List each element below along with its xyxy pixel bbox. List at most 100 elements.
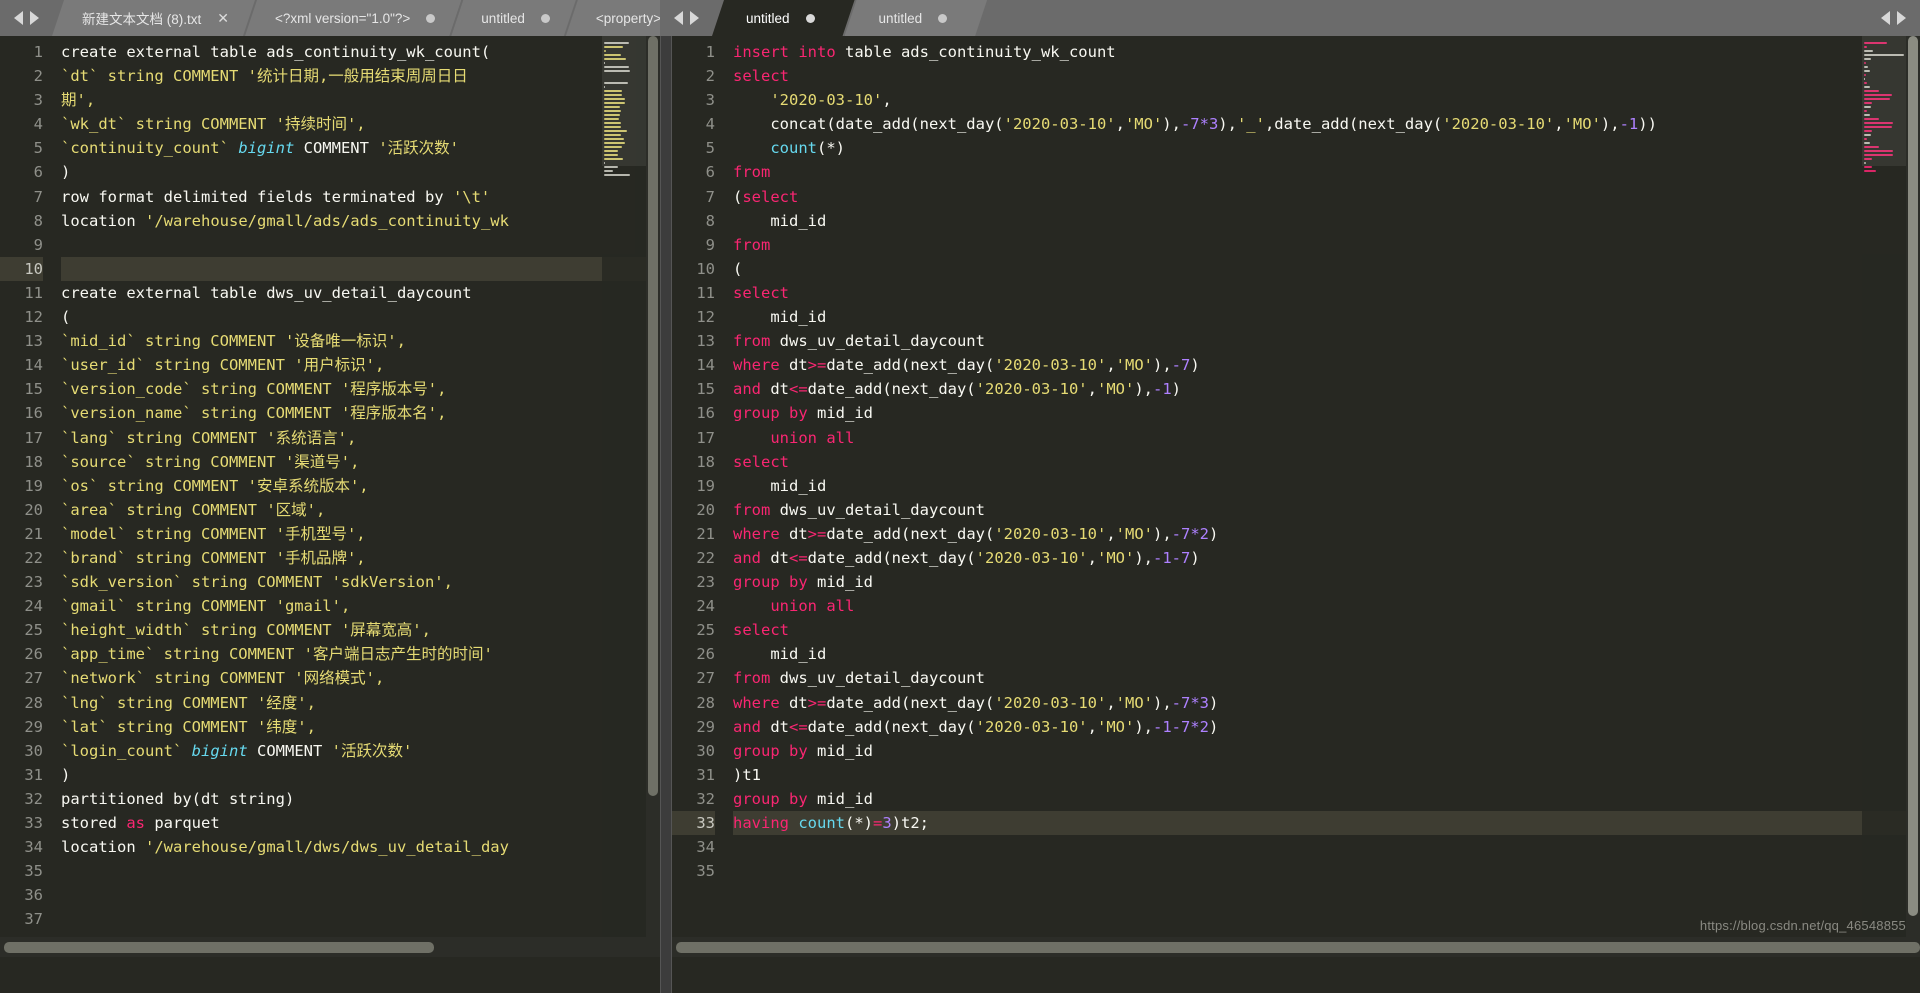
code-line[interactable]: group by mid_id (733, 570, 1920, 594)
code-line[interactable]: `login_count` bigint COMMENT '活跃次数' (61, 739, 660, 763)
code-line[interactable]: create external table dws_uv_detail_dayc… (61, 281, 660, 305)
triangle-left-icon[interactable] (14, 11, 23, 25)
code-line[interactable] (61, 907, 660, 931)
code-line[interactable]: 期', (61, 88, 660, 112)
minimap-viewport-slider[interactable] (602, 36, 646, 166)
code-line[interactable] (61, 233, 660, 257)
code-line[interactable]: `os` string COMMENT '安卓系统版本', (61, 474, 660, 498)
code-line[interactable]: partitioned by(dt string) (61, 787, 660, 811)
code-line[interactable]: `continuity_count` bigint COMMENT '活跃次数' (61, 136, 660, 160)
tab-new-text-doc[interactable]: 新建文本文档 (8).txt ✕ (52, 0, 255, 36)
code-line[interactable]: select (733, 281, 1920, 305)
right-horizontal-scrollbar[interactable] (672, 937, 1920, 957)
code-line[interactable]: '2020-03-10', (733, 88, 1920, 112)
code-line[interactable]: `lat` string COMMENT '纬度', (61, 715, 660, 739)
left-horizontal-scrollbar[interactable] (0, 937, 660, 957)
triangle-left-icon[interactable] (674, 11, 683, 25)
right-code-area[interactable]: 1 2 3 4 5 6 7 8 9 10 11 12 13 14 15 16 17 18 19 20 21 22 23 24 2… (672, 36, 1920, 957)
code-line[interactable]: `version_name` string COMMENT '程序版本名', (61, 401, 660, 425)
left-editor-body[interactable]: 1 2 3 4 5 6 7 8 9 10 11 12 13 14 15 16 17 18 19 20 21 22 23 24 2… (0, 36, 660, 957)
code-line[interactable]: `lang` string COMMENT '系统语言', (61, 426, 660, 450)
code-line[interactable]: from dws_uv_detail_daycount (733, 329, 1920, 353)
code-line[interactable]: union all (733, 426, 1920, 450)
left-editor-pane[interactable]: 1 2 3 4 5 6 7 8 9 10 11 12 13 14 15 16 17 18 19 20 21 22 23 24 2… (0, 36, 660, 993)
left-scroll-thumb[interactable] (648, 36, 658, 796)
code-line[interactable]: `source` string COMMENT '渠道号', (61, 450, 660, 474)
code-line[interactable]: `lng` string COMMENT '经度', (61, 691, 660, 715)
tab-untitled-active[interactable]: untitled (712, 0, 855, 36)
code-line[interactable]: `brand` string COMMENT '手机品牌', (61, 546, 660, 570)
right-editor-pane[interactable]: 1 2 3 4 5 6 7 8 9 10 11 12 13 14 15 16 17 18 19 20 21 22 23 24 2… (672, 36, 1920, 993)
code-line[interactable]: from dws_uv_detail_daycount (733, 666, 1920, 690)
code-line[interactable]: `model` string COMMENT '手机型号', (61, 522, 660, 546)
code-line[interactable]: `height_width` string COMMENT '屏幕宽高', (61, 618, 660, 642)
code-line[interactable]: and dt<=date_add(next_day('2020-03-10','… (733, 715, 1920, 739)
pane-splitter[interactable] (660, 36, 672, 993)
triangle-right-icon[interactable] (30, 11, 39, 25)
code-line[interactable]: `dt` string COMMENT '统计日期,一般用结束周周日日 (61, 64, 660, 88)
code-line[interactable] (733, 835, 1920, 859)
code-line[interactable]: (select (733, 185, 1920, 209)
code-line[interactable]: insert into table ads_continuity_wk_coun… (733, 40, 1920, 64)
tab-property[interactable]: <property> (566, 0, 660, 36)
left-code-area[interactable]: 1 2 3 4 5 6 7 8 9 10 11 12 13 14 15 16 17 18 19 20 21 22 23 24 2… (0, 36, 660, 957)
code-line[interactable]: select (733, 618, 1920, 642)
code-line[interactable]: where dt>=date_add(next_day('2020-03-10'… (733, 522, 1920, 546)
code-line[interactable]: `mid_id` string COMMENT '设备唯一标识', (61, 329, 660, 353)
code-line[interactable] (61, 256, 660, 281)
code-line[interactable]: )t1 (733, 763, 1920, 787)
code-line[interactable]: and dt<=date_add(next_day('2020-03-10','… (733, 546, 1920, 570)
code-line[interactable]: ) (61, 160, 660, 184)
code-line[interactable]: from (733, 160, 1920, 184)
code-line[interactable]: from (733, 233, 1920, 257)
code-line[interactable] (61, 883, 660, 907)
code-line[interactable]: mid_id (733, 642, 1920, 666)
code-line[interactable]: group by mid_id (733, 739, 1920, 763)
code-line[interactable]: `area` string COMMENT '区域', (61, 498, 660, 522)
code-line[interactable]: `version_code` string COMMENT '程序版本号', (61, 377, 660, 401)
tab-xml-version[interactable]: <?xml version="1.0"?> (245, 0, 461, 36)
code-line[interactable]: having count(*)=3)t2; (733, 811, 1920, 836)
code-line[interactable]: `gmail` string COMMENT 'gmail', (61, 594, 660, 618)
code-line[interactable]: ( (61, 305, 660, 329)
code-line[interactable]: `app_time` string COMMENT '客户端日志产生时的时间' (61, 642, 660, 666)
code-line[interactable]: location '/warehouse/gmall/ads/ads_conti… (61, 209, 660, 233)
left-vertical-scrollbar[interactable] (646, 36, 660, 957)
code-line[interactable]: select (733, 64, 1920, 88)
code-line[interactable]: mid_id (733, 305, 1920, 329)
code-line[interactable]: ) (61, 763, 660, 787)
close-icon[interactable]: ✕ (217, 11, 229, 25)
code-line[interactable]: mid_id (733, 209, 1920, 233)
right-hscroll-thumb[interactable] (676, 941, 1920, 953)
right-code-lines[interactable]: insert into table ads_continuity_wk_coun… (726, 40, 1920, 957)
triangle-left-icon[interactable] (1881, 11, 1890, 25)
code-line[interactable]: select (733, 450, 1920, 474)
minimap-viewport-slider[interactable] (1862, 36, 1906, 166)
code-line[interactable]: `sdk_version` string COMMENT 'sdkVersion… (61, 570, 660, 594)
left-tab-nav[interactable] (0, 0, 52, 36)
left-code-lines[interactable]: create external table ads_continuity_wk_… (54, 40, 660, 957)
right-scroll-thumb[interactable] (1908, 36, 1918, 916)
code-line[interactable]: group by mid_id (733, 787, 1920, 811)
code-line[interactable]: concat(date_add(next_day('2020-03-10','M… (733, 112, 1920, 136)
code-line[interactable]: from dws_uv_detail_daycount (733, 498, 1920, 522)
code-line[interactable]: group by mid_id (733, 401, 1920, 425)
triangle-right-icon[interactable] (1897, 11, 1906, 25)
right-tab-nav-end[interactable] (1877, 0, 1920, 36)
left-hscroll-thumb[interactable] (4, 941, 434, 953)
code-line[interactable]: count(*) (733, 136, 1920, 160)
modified-dot-icon[interactable] (806, 14, 815, 23)
right-editor-body[interactable]: 1 2 3 4 5 6 7 8 9 10 11 12 13 14 15 16 17 18 19 20 21 22 23 24 2… (672, 36, 1920, 957)
modified-dot-icon[interactable] (426, 14, 435, 23)
code-line[interactable]: union all (733, 594, 1920, 618)
tab-untitled-2[interactable]: untitled (845, 0, 988, 36)
tab-untitled-1[interactable]: untitled (451, 0, 576, 36)
code-line[interactable]: mid_id (733, 474, 1920, 498)
code-line[interactable] (733, 859, 1920, 883)
code-line[interactable]: create external table ads_continuity_wk_… (61, 40, 660, 64)
code-line[interactable]: location '/warehouse/gmall/dws/dws_uv_de… (61, 835, 660, 859)
code-line[interactable]: `network` string COMMENT '网络模式', (61, 666, 660, 690)
modified-dot-icon[interactable] (938, 14, 947, 23)
right-vertical-scrollbar[interactable] (1906, 36, 1920, 957)
right-tab-nav[interactable] (660, 0, 712, 36)
